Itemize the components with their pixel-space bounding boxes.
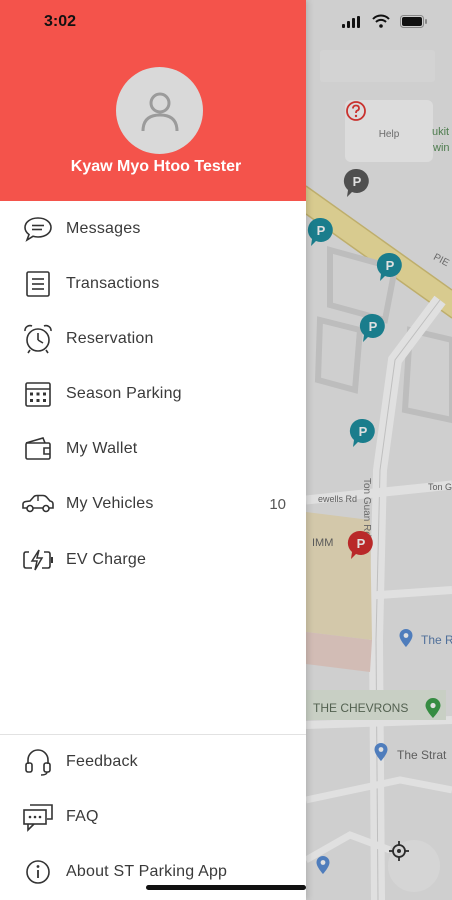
menu-divider (0, 734, 306, 735)
ev-charge-icon (21, 543, 55, 577)
alarm-clock-icon (21, 322, 55, 356)
battery-icon (400, 15, 427, 28)
status-icons (342, 13, 432, 31)
menu-item-messages[interactable]: Messages (0, 204, 306, 254)
navigation-drawer: Kyaw Myo Htoo Tester Messages Transactio… (0, 0, 306, 900)
user-name: Kyaw Myo Htoo Tester (70, 158, 242, 175)
menu-label: Season Parking (66, 385, 182, 402)
menu-item-transactions[interactable]: Transactions (0, 259, 306, 309)
menu-item-season-parking[interactable]: Season Parking (0, 369, 306, 419)
info-icon (21, 855, 55, 889)
faq-chat-icon (21, 800, 55, 834)
menu-item-my-wallet[interactable]: My Wallet (0, 424, 306, 474)
headset-icon (21, 745, 55, 779)
car-icon (21, 487, 55, 521)
menu-label: Feedback (66, 753, 138, 770)
list-document-icon (21, 267, 55, 301)
status-time: 3:02 (44, 13, 77, 30)
menu-label: About ST Parking App (66, 863, 228, 880)
wifi-icon (372, 14, 390, 28)
drawer-scrim[interactable] (306, 0, 452, 900)
menu-item-feedback[interactable]: Feedback (0, 737, 306, 787)
menu-label: My Vehicles (66, 495, 154, 512)
wallet-icon (21, 432, 55, 466)
chat-bubble-icon (21, 212, 55, 246)
menu-label: Reservation (66, 330, 154, 347)
menu-label: My Wallet (66, 440, 138, 457)
menu-label: Transactions (66, 275, 160, 292)
menu-item-reservation[interactable]: Reservation (0, 314, 306, 364)
calendar-icon (21, 377, 55, 411)
signal-icon (342, 16, 360, 28)
vehicle-count-badge: 10 (269, 495, 286, 513)
user-icon (141, 92, 178, 131)
menu-label: EV Charge (66, 551, 147, 568)
menu-label: Messages (66, 220, 141, 237)
menu-item-my-vehicles[interactable]: My Vehicles 10 (0, 479, 306, 529)
menu-item-ev-charge[interactable]: EV Charge (0, 535, 306, 585)
home-indicator (146, 885, 306, 890)
avatar[interactable] (116, 67, 203, 154)
menu-label: FAQ (66, 808, 99, 825)
menu-item-faq[interactable]: FAQ (0, 792, 306, 842)
